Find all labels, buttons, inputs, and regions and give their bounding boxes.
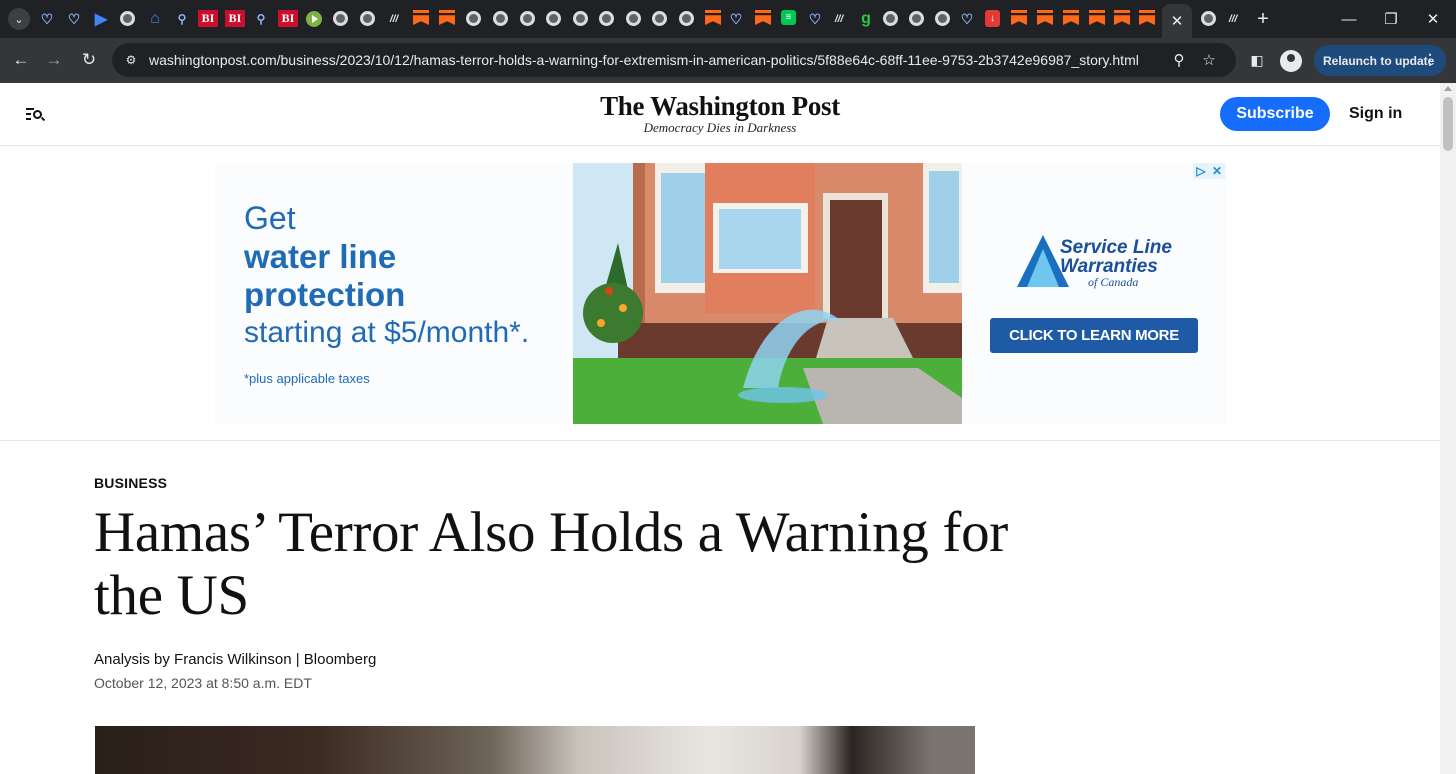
shield-tab-icon[interactable]: ♡ bbox=[65, 10, 83, 28]
globe-tab-icon[interactable] bbox=[883, 11, 898, 26]
restore-icon[interactable]: ❐ bbox=[1376, 6, 1406, 32]
ad-house-image bbox=[573, 163, 962, 424]
substack-tab-icon[interactable] bbox=[1037, 10, 1053, 25]
relaunch-to-update-button[interactable]: Relaunch to update ⋮ bbox=[1314, 45, 1446, 76]
shield-tab-icon[interactable]: ♡ bbox=[958, 10, 976, 28]
ad-container: Get water line protection starting at $5… bbox=[0, 147, 1440, 441]
bookmark-star-icon[interactable]: ☆ bbox=[1199, 50, 1219, 70]
shield-tab-icon[interactable]: ♡ bbox=[38, 10, 56, 28]
ad-choices-icon[interactable]: ▷ bbox=[1193, 163, 1209, 179]
browser-toolbar: ← → ↻ ⚙ washingtonpost.com/business/2023… bbox=[0, 38, 1456, 83]
shield-tab-icon[interactable]: ♡ bbox=[806, 10, 824, 28]
ad-brand-subtitle: of Canada bbox=[1088, 275, 1139, 289]
relaunch-label: Relaunch to update bbox=[1323, 53, 1435, 68]
globe-tab-icon[interactable] bbox=[520, 11, 535, 26]
g-tab-icon[interactable]: g bbox=[857, 10, 875, 28]
substack-tab-icon[interactable] bbox=[705, 10, 721, 25]
globe-tab-icon[interactable] bbox=[909, 11, 924, 26]
globe-tab-icon[interactable] bbox=[546, 11, 561, 26]
tab-strip: ⌄ ♡ ♡ ▶ ⌂ ⚲ BI BI ⚲ BI /// ♡ ≡ ♡ /// g ♡… bbox=[0, 0, 1456, 38]
forward-arrow-icon[interactable]: → bbox=[41, 47, 67, 73]
site-logo[interactable]: The Washington Post bbox=[570, 91, 870, 122]
site-info-icon[interactable]: ⚙ bbox=[122, 51, 140, 69]
site-header: The Washington Post Democracy Dies in Da… bbox=[0, 83, 1440, 146]
substack-tab-icon[interactable] bbox=[413, 10, 429, 25]
globe-tab-icon[interactable] bbox=[626, 11, 641, 26]
side-panel-icon[interactable]: ◧ bbox=[1245, 48, 1269, 72]
article-hero-image bbox=[95, 726, 975, 774]
page-scrollbar[interactable] bbox=[1440, 83, 1456, 774]
subscribe-button[interactable]: Subscribe bbox=[1220, 97, 1330, 131]
globe-tab-icon[interactable] bbox=[679, 11, 694, 26]
ad-choices-badge[interactable]: ▷ ✕ bbox=[1193, 163, 1225, 179]
bookmark-tab-icon[interactable]: ▶ bbox=[92, 10, 110, 28]
shield-tab-icon[interactable]: ♡ bbox=[727, 10, 745, 28]
substack-tab-icon[interactable] bbox=[1114, 10, 1130, 25]
business-insider-tab-icon[interactable]: BI bbox=[198, 10, 218, 27]
zoom-icon[interactable]: ⚲ bbox=[1169, 50, 1189, 70]
ad-brand-name: Service Line Warranties bbox=[1060, 237, 1172, 277]
page-tab-icon[interactable]: /// bbox=[830, 10, 848, 28]
substack-tab-icon[interactable] bbox=[755, 10, 771, 25]
globe-tab-icon[interactable] bbox=[1201, 11, 1216, 26]
globe-tab-icon[interactable] bbox=[360, 11, 375, 26]
scrollbar-thumb[interactable] bbox=[1443, 97, 1453, 151]
profile-avatar-icon[interactable] bbox=[1280, 50, 1302, 72]
search-tab-icon[interactable]: ⚲ bbox=[252, 10, 270, 28]
new-tab-button[interactable]: + bbox=[1252, 8, 1274, 30]
ad-price: starting at $5/month*. bbox=[244, 316, 530, 349]
substack-tab-icon[interactable] bbox=[1063, 10, 1079, 25]
article-byline[interactable]: Analysis by Francis Wilkinson | Bloomber… bbox=[94, 651, 376, 668]
globe-tab-icon[interactable] bbox=[466, 11, 481, 26]
page-tab-icon[interactable]: /// bbox=[1224, 10, 1242, 28]
more-menu-icon[interactable]: ⋮ bbox=[1423, 51, 1437, 68]
ad-headline-get: Get bbox=[244, 200, 296, 236]
address-bar[interactable]: ⚙ washingtonpost.com/business/2023/10/12… bbox=[112, 43, 1236, 77]
substack-tab-icon[interactable] bbox=[439, 10, 455, 25]
reload-icon[interactable]: ↻ bbox=[76, 47, 102, 73]
close-tab-icon[interactable]: ✕ bbox=[1162, 4, 1192, 38]
minimize-icon[interactable]: — bbox=[1334, 6, 1364, 32]
business-insider-tab-icon[interactable]: BI bbox=[278, 10, 298, 27]
page-tab-icon[interactable]: /// bbox=[385, 10, 403, 28]
globe-tab-icon[interactable] bbox=[120, 11, 135, 26]
tab-search-button[interactable]: ⌄ bbox=[8, 8, 30, 30]
globe-tab-icon[interactable] bbox=[652, 11, 667, 26]
back-arrow-icon[interactable]: ← bbox=[8, 47, 34, 73]
section-label[interactable]: BUSINESS bbox=[94, 475, 167, 491]
globe-tab-icon[interactable] bbox=[573, 11, 588, 26]
article-headline: Hamas’ Terror Also Holds a Warning for t… bbox=[94, 501, 1008, 627]
play-tab-icon[interactable] bbox=[306, 11, 322, 27]
menu-search-icon[interactable] bbox=[26, 105, 44, 123]
globe-tab-icon[interactable] bbox=[333, 11, 348, 26]
business-insider-tab-icon[interactable]: BI bbox=[225, 10, 245, 27]
substack-tab-icon[interactable] bbox=[1089, 10, 1105, 25]
article-date: October 12, 2023 at 8:50 a.m. EDT bbox=[94, 675, 312, 691]
close-window-icon[interactable]: ✕ bbox=[1418, 6, 1448, 32]
substack-tab-icon[interactable] bbox=[1139, 10, 1155, 25]
url-text[interactable]: washingtonpost.com/business/2023/10/12/h… bbox=[149, 52, 1139, 68]
graduation-cap-tab-icon[interactable]: ⌂ bbox=[146, 10, 164, 28]
substack-tab-icon[interactable] bbox=[1011, 10, 1027, 25]
ad-cta-button[interactable]: CLICK TO LEARN MORE bbox=[990, 318, 1198, 353]
advertisement-banner[interactable]: Get water line protection starting at $5… bbox=[215, 163, 1227, 425]
sign-in-link[interactable]: Sign in bbox=[1349, 105, 1402, 123]
site-tagline: Democracy Dies in Darkness bbox=[643, 120, 797, 135]
red-tab-icon[interactable]: ↓ bbox=[985, 10, 1000, 27]
page-content: The Washington Post Democracy Dies in Da… bbox=[0, 83, 1440, 774]
globe-tab-icon[interactable] bbox=[599, 11, 614, 26]
globe-tab-icon[interactable] bbox=[935, 11, 950, 26]
ad-close-icon[interactable]: ✕ bbox=[1209, 163, 1225, 179]
ad-headline-bold: water line protection bbox=[244, 238, 406, 313]
ad-fine-print: *plus applicable taxes bbox=[244, 371, 370, 386]
globe-tab-icon[interactable] bbox=[493, 11, 508, 26]
search-tab-icon[interactable]: ⚲ bbox=[173, 10, 191, 28]
scroll-up-arrow-icon[interactable] bbox=[1444, 86, 1452, 91]
green-tab-icon[interactable]: ≡ bbox=[781, 10, 796, 25]
